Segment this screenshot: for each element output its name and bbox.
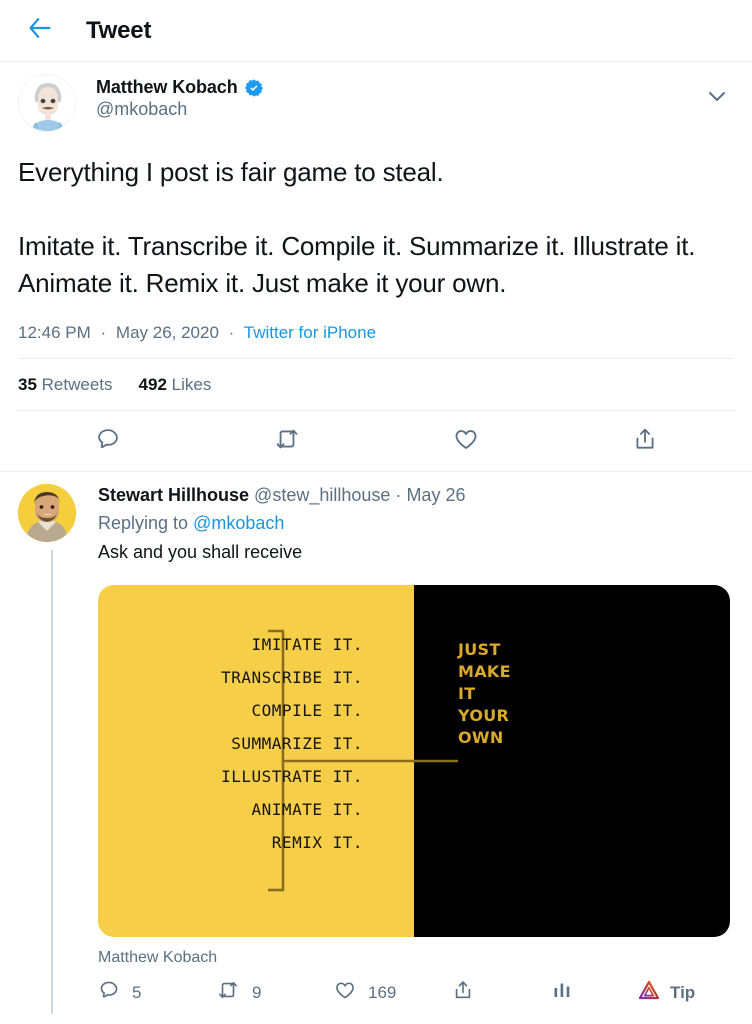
- reply-text: Ask and you shall receive: [98, 542, 303, 562]
- retweets-stat[interactable]: 35 Retweets: [18, 375, 113, 395]
- meta-separator-1: ·: [100, 323, 107, 342]
- connector-line-graphic: [414, 759, 458, 763]
- retweet-label: Retweets: [41, 375, 113, 394]
- reply-body: Stewart Hillhouse @stew_hillhouse · May …: [98, 484, 734, 1014]
- reply-button[interactable]: [18, 423, 197, 459]
- tweet-action-bar: [18, 411, 734, 471]
- back-button[interactable]: [20, 11, 60, 51]
- tweet-author-row: Matthew Kobach @mkobach: [18, 74, 734, 132]
- chevron-down-icon: [708, 90, 726, 108]
- list-item: YOUR: [458, 706, 510, 725]
- reply-media-image[interactable]: IMITATE IT. TRANSCRIBE IT. COMPILE IT. S…: [98, 585, 730, 937]
- list-item: SUMMARIZE IT.: [231, 734, 363, 753]
- media-right-lines: JUST MAKE IT YOUR OWN: [458, 639, 511, 749]
- tweet-client-link[interactable]: Twitter for iPhone: [244, 323, 376, 342]
- media-left-items: IMITATE IT. TRANSCRIBE IT. COMPILE IT. S…: [221, 628, 363, 859]
- meta-separator-2: ·: [228, 323, 235, 342]
- like-label: Likes: [171, 375, 212, 394]
- reply-icon: [98, 979, 120, 1006]
- like-button[interactable]: [376, 423, 555, 459]
- tweet-timestamp-row: 12:46 PM · May 26, 2020 · Twitter for iP…: [18, 323, 734, 358]
- replying-to-row: Replying to @mkobach: [98, 513, 734, 534]
- reply-count: 5: [132, 982, 142, 1002]
- retweet-icon: [216, 979, 240, 1006]
- tip-button[interactable]: Tip: [638, 980, 695, 1005]
- arrow-left-icon: [29, 18, 51, 43]
- tweet-more-button[interactable]: [700, 82, 734, 116]
- tweet-stats-row: 35 Retweets 492 Likes: [18, 359, 734, 410]
- like-icon: [453, 426, 479, 457]
- reply-reply-button[interactable]: 5: [98, 979, 216, 1006]
- thread-connector-line: [51, 550, 53, 1014]
- list-item: ILLUSTRATE IT.: [221, 767, 363, 786]
- reply-author-line: Stewart Hillhouse @stew_hillhouse · May …: [98, 484, 734, 506]
- like-count: 492: [138, 375, 167, 394]
- tweet-body-text: Everything I post is fair game to steal.…: [18, 157, 696, 298]
- reply-analytics-button[interactable]: [552, 980, 638, 1005]
- list-item: COMPILE IT.: [251, 701, 363, 720]
- list-item: OWN: [458, 728, 504, 747]
- list-item: MAKE: [458, 662, 511, 681]
- reply-separator: ·: [395, 485, 402, 505]
- bat-triangle-icon: [638, 980, 660, 1005]
- retweet-count: 9: [252, 982, 262, 1002]
- replying-to-handle[interactable]: @mkobach: [193, 513, 284, 533]
- reply-action-bar: 5 9 169 Tip: [98, 979, 734, 1014]
- retweet-count: 35: [18, 375, 37, 394]
- like-count: 169: [368, 982, 397, 1002]
- likes-stat[interactable]: 492 Likes: [139, 375, 212, 395]
- list-item: IT: [458, 684, 476, 703]
- media-credit: Matthew Kobach: [98, 949, 218, 966]
- list-item: ANIMATE IT.: [251, 800, 363, 819]
- analytics-bars-icon: [552, 980, 572, 1005]
- like-icon: [334, 979, 356, 1006]
- reply-author-row: Stewart Hillhouse @stew_hillhouse · May …: [18, 484, 734, 1014]
- reply-tweet: Stewart Hillhouse @stew_hillhouse · May …: [0, 471, 752, 1014]
- share-icon: [452, 979, 474, 1006]
- main-tweet: Matthew Kobach @mkobach Everything I pos…: [0, 62, 752, 471]
- tweet-date: May 26, 2020: [115, 323, 219, 342]
- list-item: JUST: [458, 640, 501, 659]
- replying-to-prefix: Replying to: [98, 513, 189, 533]
- reply-retweet-button[interactable]: 9: [216, 979, 334, 1006]
- reply-like-button[interactable]: 169: [334, 979, 452, 1006]
- media-left-panel: IMITATE IT. TRANSCRIBE IT. COMPILE IT. S…: [98, 585, 414, 937]
- page-title: Tweet: [86, 16, 152, 44]
- retweet-button[interactable]: [197, 423, 376, 459]
- media-right-panel: JUST MAKE IT YOUR OWN: [414, 585, 730, 937]
- author-names: Matthew Kobach @mkobach: [96, 74, 264, 120]
- avatar[interactable]: [18, 74, 76, 132]
- retweet-icon: [273, 426, 301, 457]
- top-app-bar: Tweet: [0, 0, 752, 62]
- share-button[interactable]: [555, 423, 734, 459]
- tip-label: Tip: [670, 982, 696, 1002]
- share-icon: [632, 426, 658, 457]
- list-item: TRANSCRIBE IT.: [221, 668, 363, 687]
- tweet-time: 12:46 PM: [18, 323, 91, 342]
- verified-badge-icon: [244, 78, 264, 98]
- tweet-detail-page: Tweet Matthew Kobach @mkobach Everything…: [0, 0, 752, 1024]
- avatar[interactable]: [18, 484, 76, 542]
- reply-share-button[interactable]: [452, 979, 552, 1006]
- author-handle: @mkobach: [96, 99, 188, 119]
- reply-handle: @stew_hillhouse: [254, 485, 391, 505]
- reply-display-name: Stewart Hillhouse: [98, 485, 250, 505]
- author-display-name: Matthew Kobach: [96, 77, 238, 97]
- list-item: IMITATE IT.: [251, 635, 363, 654]
- list-item: REMIX IT.: [271, 833, 363, 852]
- reply-icon: [95, 426, 121, 457]
- reply-date: May 26: [406, 485, 466, 505]
